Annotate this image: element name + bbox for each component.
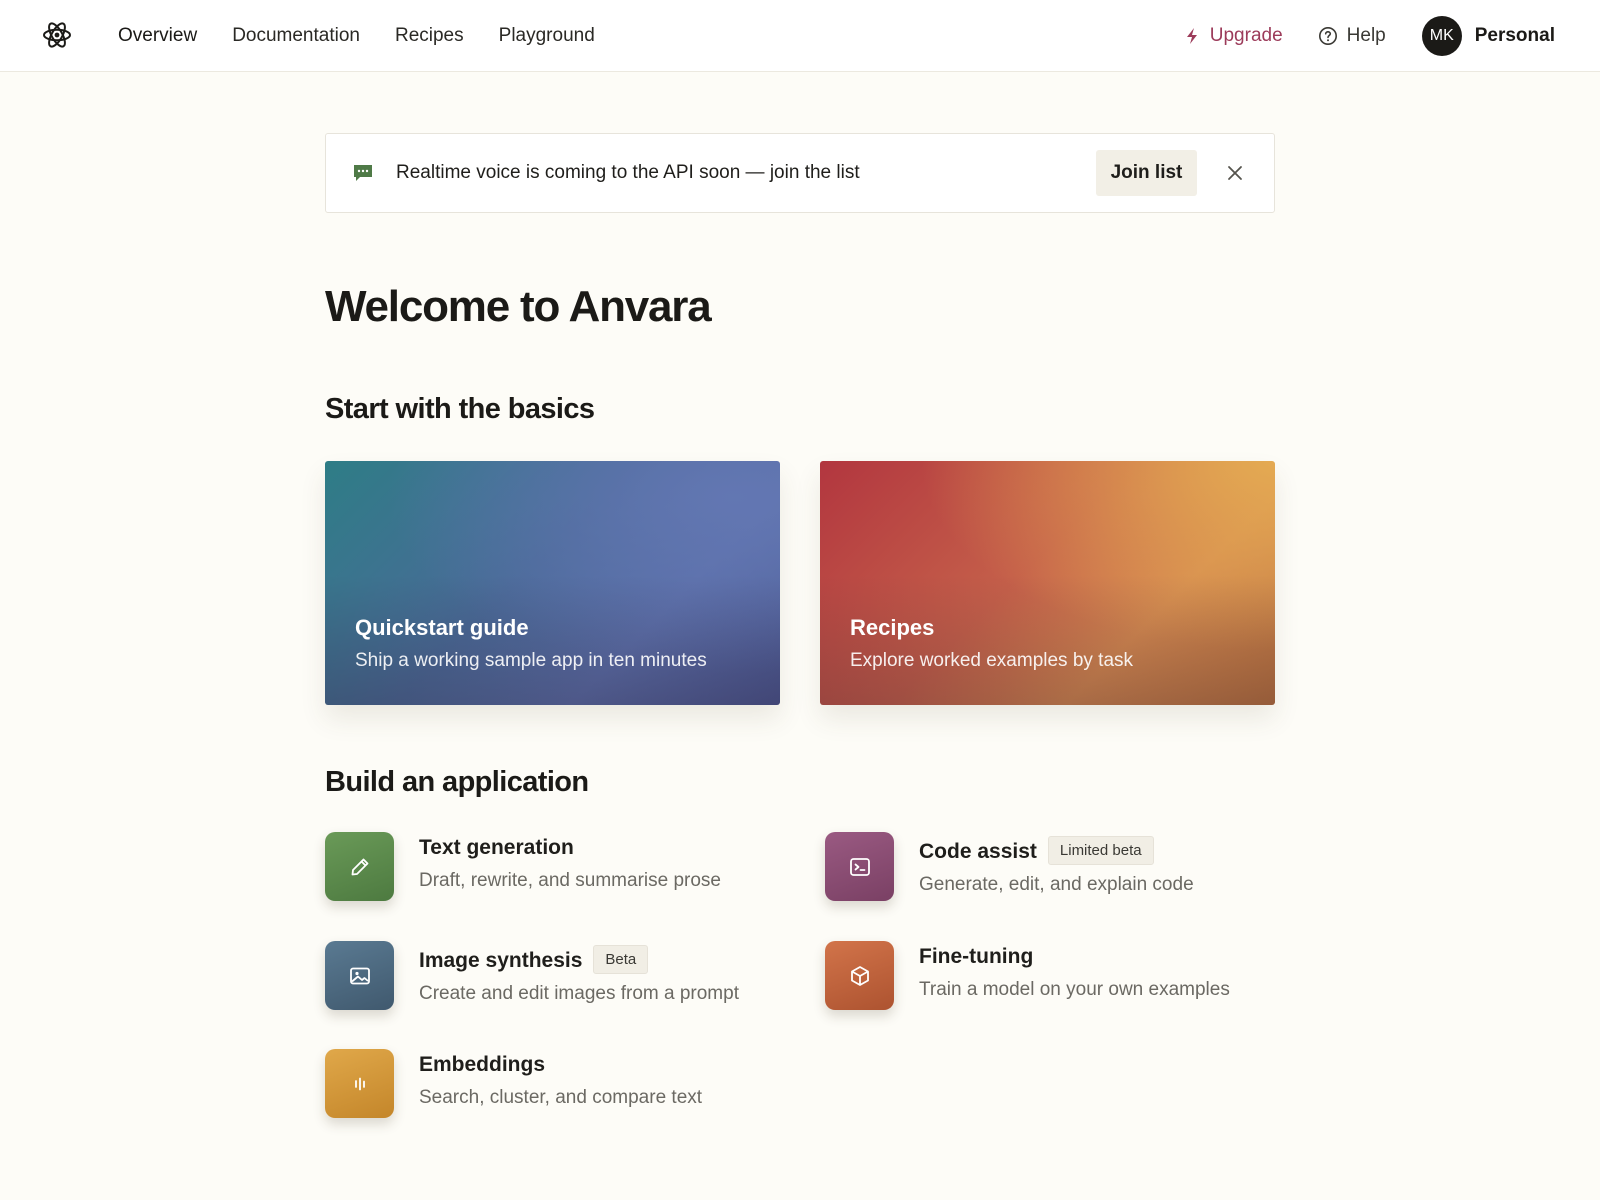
- app-tile: [825, 832, 894, 901]
- nav-right: Upgrade Help MK Personal: [1184, 0, 1555, 72]
- app-tile: [325, 832, 394, 901]
- beta-badge: Beta: [593, 945, 649, 974]
- account-switcher[interactable]: MK Personal: [1421, 16, 1555, 56]
- lightning-icon: [1186, 28, 1197, 44]
- top-navigation: Overview Documentation Recipes Playgroun…: [0, 0, 1600, 72]
- app-tile: [825, 941, 894, 1010]
- card-subtitle: Ship a working sample app in ten minutes: [355, 650, 707, 671]
- nav-documentation[interactable]: Documentation: [232, 25, 360, 47]
- app-tile: [325, 941, 394, 1010]
- account-name: Personal: [1474, 25, 1555, 46]
- app-subtitle: Search, cluster, and compare text: [419, 1087, 703, 1108]
- atom-logo-icon[interactable]: [42, 20, 72, 50]
- card-title: Quickstart guide: [355, 615, 529, 640]
- app-code-assist[interactable]: Code assist Limited beta Generate, edit, …: [825, 832, 1285, 912]
- close-icon[interactable]: [1224, 162, 1246, 184]
- app-embeddings[interactable]: Embeddings Search, cluster, and compare …: [325, 1049, 785, 1129]
- limited-beta-badge: Limited beta: [1047, 836, 1154, 865]
- main-nav: Overview Documentation Recipes Playgroun…: [118, 0, 595, 72]
- image-icon: [349, 967, 370, 984]
- banner-text: Realtime voice is coming to the API soon…: [396, 162, 860, 183]
- build-heading: Build an application: [325, 766, 589, 798]
- card-title: Recipes: [850, 615, 935, 640]
- app-title-text: Text generation: [419, 836, 574, 859]
- join-list-button[interactable]: Join list: [1096, 150, 1197, 196]
- nav-overview[interactable]: Overview: [118, 25, 197, 47]
- quickstart-card[interactable]: Quickstart guide Ship a working sample a…: [325, 461, 780, 705]
- app-subtitle: Draft, rewrite, and summarise prose: [419, 870, 721, 891]
- app-title-text: Image synthesis: [419, 949, 583, 972]
- nav-recipes[interactable]: Recipes: [395, 25, 464, 47]
- app-image-synthesis[interactable]: Image synthesis Beta Create and edit imag…: [325, 941, 785, 1021]
- app-title: Embeddings: [419, 1053, 545, 1077]
- app-title: Code assist Limited beta: [919, 836, 1154, 865]
- app-title-text: Embeddings: [419, 1053, 546, 1076]
- app-fine-tuning[interactable]: Fine-tuning Train a model on your own ex…: [825, 941, 1285, 1021]
- help-circle-icon: [1318, 27, 1337, 45]
- app-tile: [325, 1049, 394, 1118]
- app-subtitle: Generate, edit, and explain code: [919, 874, 1194, 895]
- help-label: Help: [1346, 25, 1386, 46]
- app-subtitle: Train a model on your own examples: [919, 979, 1230, 1000]
- app-title-text: Code assist: [919, 840, 1037, 863]
- app-title-text: Fine-tuning: [919, 945, 1034, 968]
- app-title: Text generation: [419, 836, 574, 860]
- app-subtitle: Create and edit images from a prompt: [419, 983, 739, 1004]
- cube-icon: [850, 965, 869, 986]
- basics-heading: Start with the basics: [325, 393, 595, 425]
- upgrade-link[interactable]: Upgrade: [1184, 25, 1283, 47]
- avatar: MK: [1421, 16, 1462, 56]
- chat-bubble-icon: [354, 165, 372, 181]
- recipes-card[interactable]: Recipes Explore worked examples by task: [820, 461, 1275, 705]
- announcement-banner: Realtime voice is coming to the API soon…: [325, 133, 1275, 213]
- app-text-generation[interactable]: Text generation Draft, rewrite, and summ…: [325, 832, 785, 912]
- nav-playground[interactable]: Playground: [499, 25, 595, 47]
- bars-icon: [354, 1077, 365, 1090]
- help-link[interactable]: Help: [1318, 25, 1386, 47]
- app-title: Image synthesis Beta: [419, 945, 649, 974]
- page-title: Welcome to Anvara: [325, 282, 712, 331]
- pencil-icon: [351, 858, 368, 875]
- terminal-icon: [849, 857, 870, 876]
- upgrade-label: Upgrade: [1209, 25, 1283, 46]
- card-subtitle: Explore worked examples by task: [850, 650, 1134, 671]
- app-title: Fine-tuning: [919, 945, 1033, 969]
